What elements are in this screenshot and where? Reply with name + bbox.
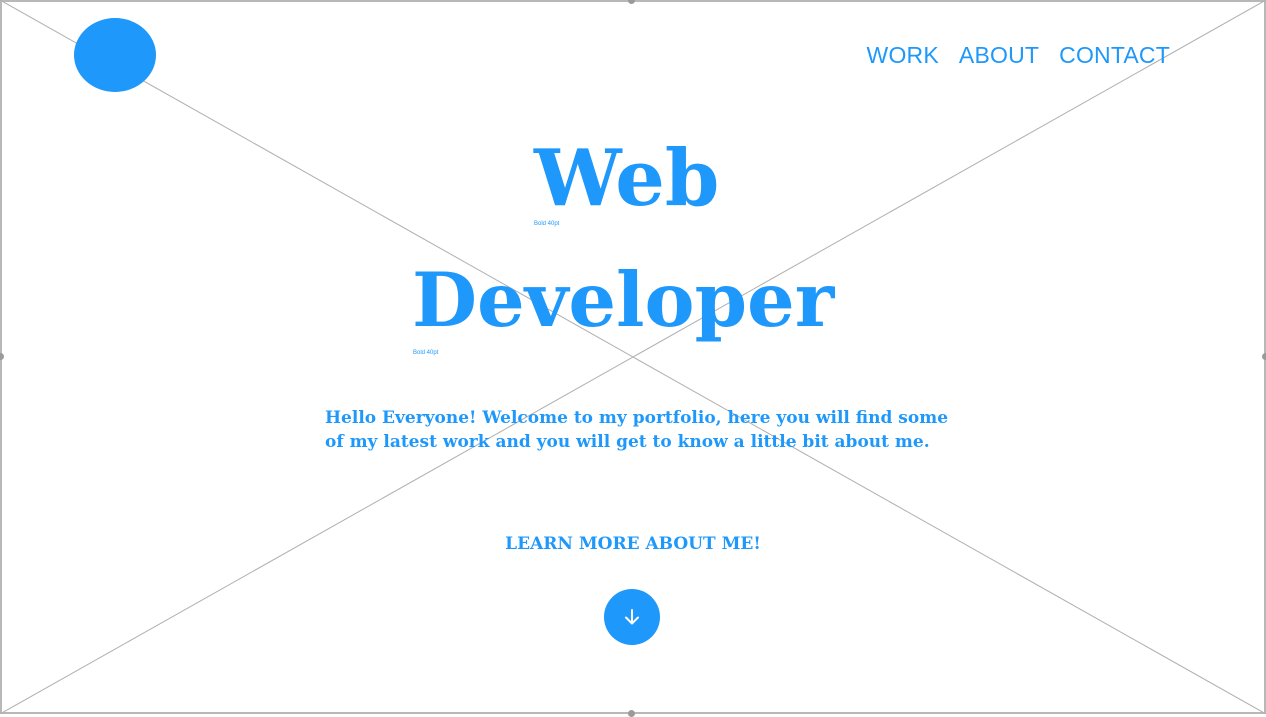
hero-title-line1: Web <box>534 133 720 224</box>
learn-more-link[interactable]: LEARN MORE ABOUT ME! <box>333 534 933 554</box>
title-line1-annotation: Bold 40pt <box>534 221 560 227</box>
nav-item-contact[interactable]: CONTACT <box>1059 42 1170 69</box>
hero-title-line2: Developer <box>412 256 835 344</box>
nav-item-about[interactable]: ABOUT <box>959 42 1039 69</box>
intro-text: Hello Everyone! Welcome to my portfolio,… <box>325 408 949 452</box>
main-nav: WORK ABOUT CONTACT <box>867 42 1170 69</box>
title-line2-annotation: Bold 40pt <box>413 350 439 356</box>
scroll-down-button[interactable] <box>604 589 660 645</box>
arrow-down-icon <box>625 609 639 625</box>
logo-circle[interactable] <box>74 18 156 92</box>
nav-item-work[interactable]: WORK <box>867 42 939 69</box>
resize-handle-right[interactable] <box>1262 353 1266 360</box>
